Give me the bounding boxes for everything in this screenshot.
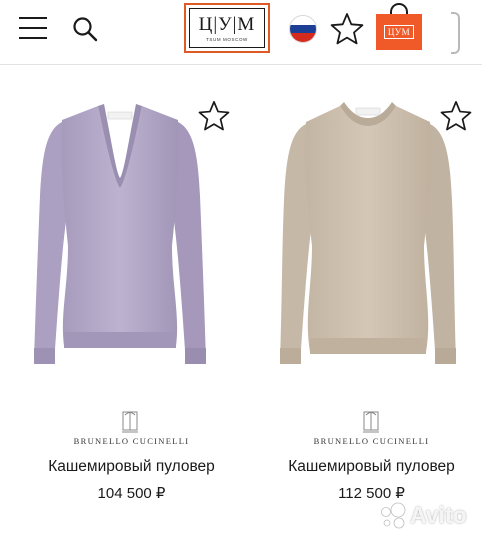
product-card[interactable]: BRUNELLO CUCINELLI Кашемировый пуловер 1… bbox=[241, 66, 482, 540]
brand-name: BRUNELLO CUCINELLI bbox=[313, 436, 430, 446]
product-image[interactable] bbox=[268, 96, 468, 371]
header-divider bbox=[0, 64, 482, 65]
product-price: 104 500 ₽ bbox=[97, 485, 166, 502]
screen-edge-bracket bbox=[451, 12, 460, 54]
logo-subtitle: TSUM MOSCOW bbox=[206, 36, 248, 42]
favorite-star-icon[interactable] bbox=[440, 100, 472, 132]
brand-emblem-icon bbox=[120, 409, 140, 435]
avito-dots-icon bbox=[378, 500, 408, 530]
top-header: Ц|У|М TSUM MOSCOW ЦУМ bbox=[0, 0, 482, 64]
product-name[interactable]: Кашемировый пуловер bbox=[241, 458, 482, 476]
brand-name: BRUNELLO CUCINELLI bbox=[73, 436, 190, 446]
avito-watermark-text: Avito bbox=[410, 501, 467, 528]
hamburger-menu-icon[interactable] bbox=[19, 17, 47, 39]
logo-letters: Ц|У|М bbox=[198, 13, 256, 35]
favorite-star-icon[interactable] bbox=[198, 100, 230, 132]
bag-label: ЦУМ bbox=[383, 25, 415, 39]
shopping-bag-icon[interactable]: ЦУМ bbox=[376, 3, 422, 50]
brand-emblem-icon bbox=[361, 409, 381, 435]
tsum-logo[interactable]: Ц|У|М TSUM MOSCOW bbox=[184, 3, 270, 53]
star-outline-icon[interactable] bbox=[330, 12, 364, 46]
product-image[interactable] bbox=[20, 96, 220, 371]
search-icon[interactable] bbox=[72, 16, 98, 42]
product-card[interactable]: BRUNELLO CUCINELLI Кашемировый пуловер 1… bbox=[0, 66, 241, 540]
product-name[interactable]: Кашемировый пуловер bbox=[0, 458, 241, 476]
russian-flag-icon[interactable] bbox=[289, 15, 317, 43]
avito-watermark: Avito bbox=[378, 498, 474, 532]
